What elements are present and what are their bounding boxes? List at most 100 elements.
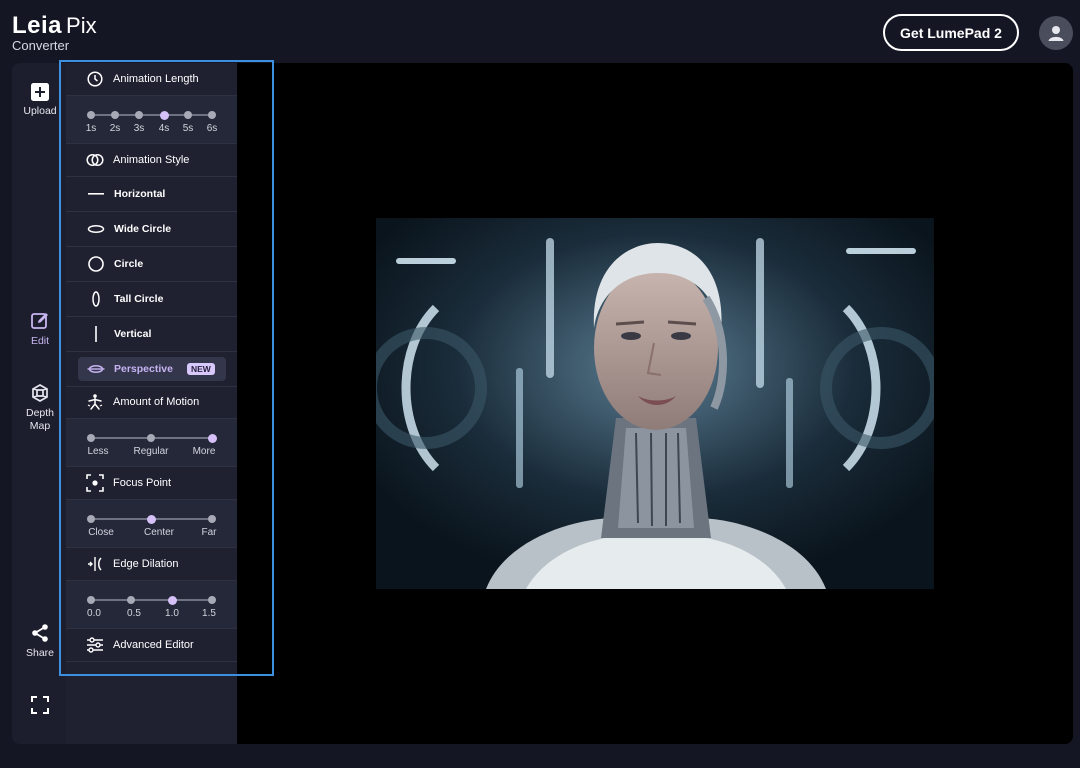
tick-label: Center [143,527,175,538]
vertical-line-icon [95,326,97,342]
focus-point-thumb[interactable] [146,514,156,524]
animation-length-stop[interactable] [87,111,95,119]
logo-pix-text: Pix [66,13,97,38]
edge-dilation-title: Edge Dilation [113,558,179,570]
focus-point-stop[interactable] [87,515,95,523]
advanced-editor-title: Advanced Editor [113,639,194,651]
tick-label: 2s [109,123,121,134]
depth-map-button[interactable]: Depth Map [12,383,68,433]
animation-length-thumb[interactable] [159,110,169,120]
focus-point-header[interactable]: Focus Point [66,467,237,500]
animation-length-stop[interactable] [135,111,143,119]
style-label: Vertical [114,328,152,340]
animation-style-title: Animation Style [113,154,190,166]
style-perspective[interactable]: Perspective NEW [66,352,237,387]
circle-icon [88,256,104,272]
edit-label: Edit [30,335,50,347]
edge-dilation-icon [88,557,102,571]
style-vertical[interactable]: Vertical [66,317,237,352]
amount-of-motion-header[interactable]: Amount of Motion [66,386,237,419]
tick-label: More [192,446,216,457]
style-tall-circle[interactable]: Tall Circle [66,282,237,317]
style-label: Circle [114,258,144,270]
perspective-icon [87,364,105,374]
amount-of-motion-stop[interactable] [147,434,155,442]
preview-image[interactable] [376,218,934,589]
tick-label: 6s [206,123,218,134]
tick-label: Less [87,446,109,457]
add-square-icon [31,83,49,101]
app-logo[interactable]: Leia Pix Converter [12,12,97,53]
animation-length-stop[interactable] [111,111,119,119]
tick-label: 3s [133,123,145,134]
amount-of-motion-stop[interactable] [87,434,95,442]
tick-label: Close [88,527,114,538]
share-icon [32,624,48,642]
edge-dilation-header[interactable]: Edge Dilation [66,548,237,581]
focus-point-icon [86,474,104,492]
advanced-editor-button[interactable]: Advanced Editor [66,629,237,662]
depth-map-icon [32,384,48,402]
robot-portrait-image [376,218,934,589]
amount-of-motion-slider[interactable]: Less Regular More [66,419,237,467]
animation-length-slider[interactable]: 1s 2s 3s 4s 5s 6s [66,96,237,144]
edit-icon [31,313,48,329]
animation-length-track[interactable] [91,114,212,116]
style-label: Horizontal [114,188,166,200]
animation-style-header[interactable]: Animation Style [66,144,237,177]
animation-length-stop[interactable] [208,111,216,119]
overlap-circles-icon [86,153,104,167]
style-wide-circle[interactable]: Wide Circle [66,212,237,247]
amount-of-motion-thumb[interactable] [207,433,217,443]
sliders-icon [87,637,103,653]
left-toolbar: Upload Edit Depth Map Share [12,63,68,744]
focus-point-slider[interactable]: Close Center Far [66,500,237,548]
amount-of-motion-title: Amount of Motion [113,396,200,408]
edge-dilation-stop[interactable] [87,596,95,604]
edge-dilation-slider[interactable]: 0.0 0.5 1.0 1.5 [66,581,237,629]
style-horizontal[interactable]: Horizontal [66,177,237,212]
new-badge: NEW [186,363,215,375]
tall-ellipse-icon [92,291,100,307]
user-icon [1048,26,1064,41]
depth-map-label: Depth Map [25,407,55,432]
edge-dilation-thumb[interactable] [167,595,177,605]
tick-label: 1.5 [202,608,216,619]
animation-length-header[interactable]: Animation Length [66,63,237,96]
style-label: Perspective [114,363,173,375]
edit-button[interactable]: Edit [12,311,68,348]
edge-dilation-stop[interactable] [208,596,216,604]
edit-panel: Animation Length 1s 2s 3s 4s 5s 6s Anima… [66,63,237,744]
tick-label: 1.0 [165,608,179,619]
horizontal-line-icon [88,193,104,195]
tick-label: 4s [158,123,170,134]
upload-button[interactable]: Upload [12,83,68,118]
fullscreen-icon [31,696,49,714]
logo-leia-text: Leia [12,12,63,39]
fullscreen-button[interactable] [12,696,68,714]
tick-label: 0.5 [127,608,141,619]
style-label: Wide Circle [114,223,172,235]
get-lumepad-button[interactable]: Get LumePad 2 [883,14,1019,51]
clock-icon [87,71,103,87]
tick-label: 0.0 [87,608,101,619]
share-button[interactable]: Share [12,623,68,660]
focus-point-title: Focus Point [113,477,172,489]
edge-dilation-track[interactable] [91,599,212,601]
tick-label: Regular [133,446,169,457]
user-avatar[interactable] [1039,16,1073,50]
tick-label: Far [201,527,217,538]
upload-label: Upload [23,105,57,117]
style-circle[interactable]: Circle [66,247,237,282]
style-label: Tall Circle [114,293,164,305]
share-label: Share [25,647,55,659]
edge-dilation-stop[interactable] [127,596,135,604]
tick-label: 5s [182,123,194,134]
animation-length-title: Animation Length [113,73,199,85]
focus-point-stop[interactable] [208,515,216,523]
motion-figure-icon [87,394,103,410]
wide-ellipse-icon [87,224,105,234]
animation-length-stop[interactable] [184,111,192,119]
tick-label: 1s [85,123,97,134]
logo-subtitle: Converter [12,38,70,53]
